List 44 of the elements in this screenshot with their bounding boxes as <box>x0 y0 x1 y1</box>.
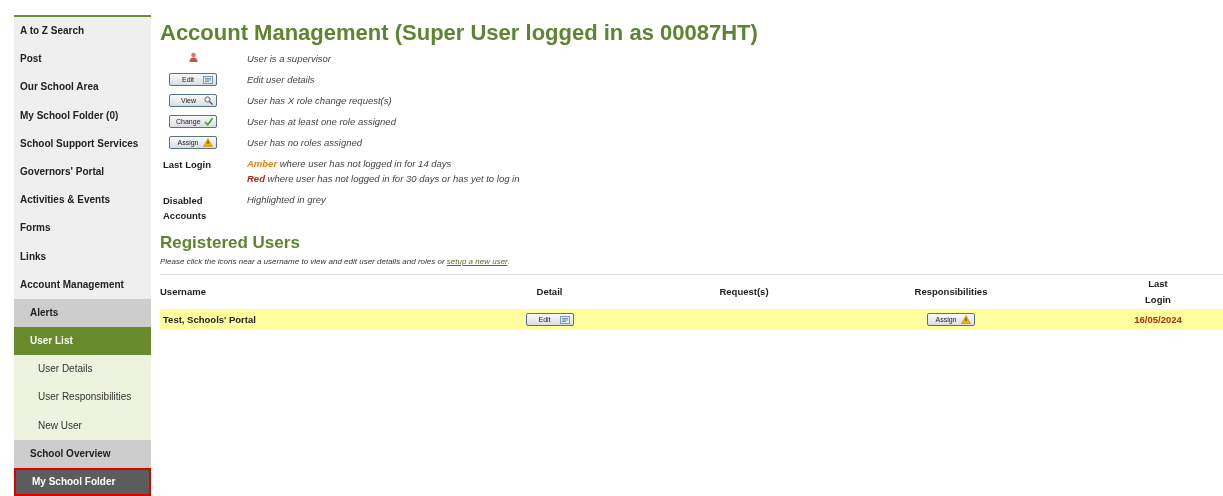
sidebar-item[interactable]: A to Z Search <box>14 17 151 46</box>
sidebar-item[interactable]: User Responsibilities <box>14 383 151 412</box>
legend-description: User has no roles assigned <box>247 136 364 149</box>
legend-label: Disabled Accounts <box>163 195 207 221</box>
legend-description: User has at least one role assigned <box>247 115 398 128</box>
sidebar-item[interactable]: My School Folder (0) <box>14 101 151 130</box>
sidebar-item[interactable]: School Overview <box>14 439 151 468</box>
search-icon <box>204 96 213 105</box>
legend-description: Amber where user has not logged in for 14 days <box>247 157 453 170</box>
legend-description: User is a supervisor <box>247 52 332 65</box>
sidebar-item[interactable]: User List <box>14 327 151 356</box>
person-icon <box>188 52 198 62</box>
column-header: Last Login <box>1144 277 1172 307</box>
sidebar-item[interactable]: Activities & Events <box>14 186 151 215</box>
column-header: Detail <box>536 286 563 297</box>
column-header: Username <box>160 286 206 297</box>
document-icon <box>559 315 570 324</box>
sidebar-item[interactable]: Account Management <box>14 270 151 299</box>
last-login-cell: 16/05/2024 <box>1134 314 1182 325</box>
sidebar-item[interactable]: School Support Services <box>14 129 151 158</box>
sidebar-item[interactable]: Our School Area <box>14 73 151 102</box>
instruction-text: Please click the icons near a username to view and edit user details and roles or setup a new user. <box>160 257 511 266</box>
legend-description: Highlighted in grey <box>247 193 327 206</box>
sidebar-item[interactable]: Alerts <box>14 298 151 328</box>
sidebar-item[interactable]: Post <box>14 45 151 74</box>
legend-description: User has X role change request(s) <box>247 94 393 107</box>
column-header: Request(s) <box>719 286 769 297</box>
check-icon <box>203 117 213 126</box>
sidebar-item[interactable]: New User <box>14 411 151 440</box>
sidebar-item[interactable]: Links <box>14 242 151 271</box>
legend-description: Red where user has not logged in for 30 days or has yet to log in <box>247 172 521 185</box>
sidebar-item[interactable]: Forms <box>14 214 151 243</box>
sidebar-item[interactable]: My School Folder <box>14 468 151 496</box>
warning-icon <box>203 138 213 147</box>
sidebar-item[interactable]: User Details <box>14 355 151 384</box>
column-header: Responsibilities <box>914 286 988 297</box>
section-heading: Registered Users <box>160 233 301 253</box>
legend-description: Edit user details <box>247 73 316 86</box>
warning-icon <box>961 315 971 324</box>
document-icon <box>203 75 213 84</box>
page-title: Account Management (Super User logged in as 00087HT) <box>160 20 759 46</box>
legend-label: Last Login <box>163 159 212 170</box>
sidebar-item[interactable]: Governors' Portal <box>14 157 151 187</box>
username-cell: Test, Schools' Portal <box>163 314 256 325</box>
